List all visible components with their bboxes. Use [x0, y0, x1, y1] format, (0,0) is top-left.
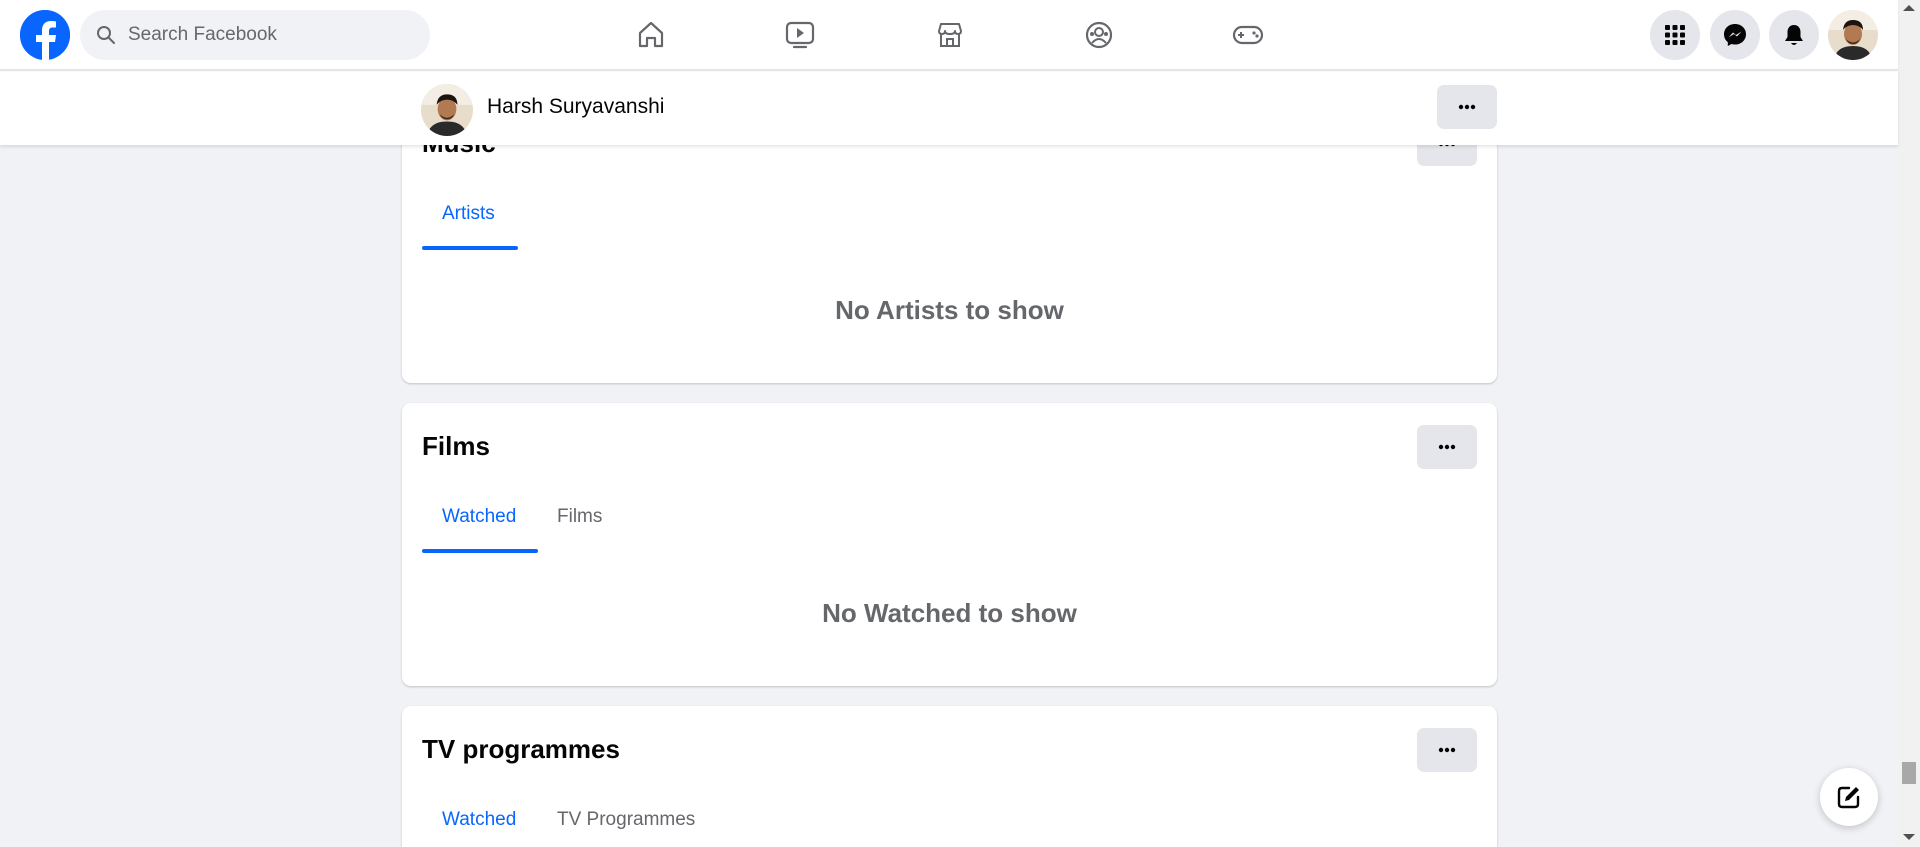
facebook-logo-icon[interactable] — [20, 10, 70, 60]
video-nav-icon[interactable] — [775, 12, 825, 58]
tab-watched[interactable]: Watched — [442, 506, 516, 528]
menu-grid-icon — [1665, 25, 1685, 45]
more-horizontal-icon — [1438, 444, 1456, 450]
empty-state-message: No Artists to show — [835, 295, 1064, 325]
scroll-up-arrow-icon[interactable] — [1903, 5, 1915, 11]
search-icon — [97, 26, 115, 44]
menu-button[interactable] — [1650, 10, 1700, 60]
scroll-down-arrow-icon[interactable] — [1903, 834, 1915, 840]
active-tab-indicator — [422, 549, 538, 553]
films-section: Films Watched Films No Watched to show — [402, 403, 1497, 686]
groups-icon — [1085, 21, 1113, 49]
account-avatar[interactable] — [1828, 10, 1878, 60]
empty-state-message: No Watched to show — [822, 598, 1077, 628]
groups-nav-icon[interactable] — [1074, 12, 1124, 58]
search-input[interactable] — [128, 24, 408, 46]
compose-icon — [1837, 786, 1860, 809]
more-horizontal-icon — [1458, 104, 1476, 110]
search-bar[interactable] — [80, 10, 430, 60]
profile-sticky-header: Harsh Suryavanshi — [0, 71, 1898, 145]
marketplace-nav-icon[interactable] — [925, 12, 975, 58]
marketplace-icon — [938, 23, 962, 47]
scrollbar-thumb[interactable] — [1902, 762, 1916, 784]
page-scrollbar[interactable] — [1898, 0, 1920, 847]
profile-name[interactable]: Harsh Suryavanshi — [487, 95, 664, 119]
notifications-button[interactable] — [1769, 10, 1819, 60]
profile-avatar[interactable] — [421, 84, 473, 136]
home-icon — [638, 21, 664, 48]
gaming-nav-icon[interactable] — [1223, 12, 1273, 58]
top-navigation-bar — [0, 0, 1898, 70]
gaming-icon — [1232, 25, 1264, 45]
profile-more-button[interactable] — [1437, 85, 1497, 129]
tab-films[interactable]: Films — [557, 506, 602, 528]
tab-artists[interactable]: Artists — [442, 203, 495, 225]
messenger-button[interactable] — [1710, 10, 1760, 60]
films-more-button[interactable] — [1417, 425, 1477, 469]
notifications-icon — [1785, 25, 1803, 45]
messenger-icon — [1724, 24, 1746, 46]
active-tab-indicator — [422, 246, 518, 250]
more-horizontal-icon — [1438, 747, 1456, 753]
tv-programmes-section: TV programmes Watched TV Programmes — [402, 706, 1497, 847]
section-title: Films — [422, 431, 490, 461]
tv-more-button[interactable] — [1417, 728, 1477, 772]
section-title: TV programmes — [422, 734, 620, 764]
home-nav-icon[interactable] — [626, 12, 676, 58]
tab-tv-programmes[interactable]: TV Programmes — [557, 809, 695, 831]
new-message-button[interactable] — [1820, 768, 1878, 826]
video-icon — [785, 21, 815, 49]
tab-watched[interactable]: Watched — [442, 809, 516, 831]
